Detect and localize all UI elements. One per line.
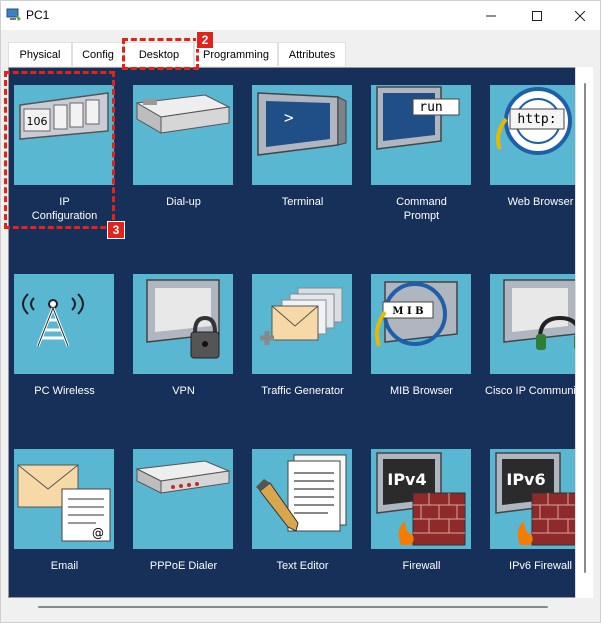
firewall-label: Firewall: [402, 560, 441, 572]
text-editor-icon: [256, 454, 347, 532]
horizontal-scroll-thumb[interactable]: [38, 606, 548, 608]
ipv6-firewall-tile[interactable]: IPv6: [490, 449, 587, 549]
pc-wireless-tile[interactable]: [14, 274, 114, 374]
tab-bar: Physical Config Desktop Programming Attr…: [1, 30, 600, 68]
command-prompt-icon: run: [376, 86, 460, 150]
pppoe-dialer-tile[interactable]: [133, 449, 233, 549]
svg-text:>: >: [284, 108, 294, 127]
traffic-generator-icon: [260, 287, 343, 345]
wireless-tower-icon: [22, 293, 84, 347]
dial-up-label: Dial-up: [166, 196, 201, 208]
callout-badge-2: 2: [196, 31, 214, 49]
email-icon: @: [17, 464, 111, 542]
traffic-generator-label: Traffic Generator: [261, 385, 344, 397]
modem-icon: [135, 94, 231, 134]
callout-desktop-tab-box: [122, 38, 199, 70]
ipv6-firewall-icon: IPv6: [495, 452, 585, 546]
traffic-generator-tile[interactable]: [252, 274, 352, 374]
mib-browser-icon: M I B: [375, 281, 458, 347]
web-browser-label: Web Browser: [507, 196, 574, 208]
command-prompt-tile[interactable]: run: [371, 85, 471, 185]
svg-text:http:: http:: [517, 112, 556, 127]
web-browser-icon: http:: [496, 87, 572, 155]
maximize-button[interactable]: [514, 1, 560, 30]
close-button[interactable]: [557, 1, 600, 30]
terminal-icon: >: [257, 92, 347, 156]
ip-communicator-icon: [503, 279, 584, 350]
tab-physical[interactable]: Physical: [8, 42, 72, 66]
callout-ip-configuration-box: [4, 71, 115, 229]
vertical-scroll-thumb[interactable]: [584, 83, 586, 573]
terminal-label: Terminal: [281, 196, 324, 208]
svg-text:run: run: [419, 100, 442, 115]
vpn-tile[interactable]: [133, 274, 233, 374]
title-bar: PC1: [1, 1, 600, 30]
firewall-tile[interactable]: IPv4: [371, 449, 471, 549]
tab-attributes[interactable]: Attributes: [278, 42, 346, 66]
ipv6-firewall-label: IPv6 Firewall: [509, 560, 572, 572]
command-prompt-label: Command Prompt: [396, 196, 447, 222]
mib-browser-tile[interactable]: M I B: [371, 274, 471, 374]
horizontal-scrollbar[interactable]: [8, 598, 588, 616]
vertical-scrollbar[interactable]: [575, 67, 593, 598]
email-label: Email: [50, 560, 79, 572]
firewall-icon: IPv4: [376, 452, 466, 546]
pc-app-icon: [6, 7, 22, 23]
vpn-label: VPN: [172, 385, 195, 397]
pppoe-dialer-icon: [135, 460, 231, 494]
cisco-ip-communicator-tile[interactable]: [490, 274, 587, 374]
cisco-ip-communicator-label: Cisco IP Communicator: [485, 385, 587, 397]
dial-up-tile[interactable]: [133, 85, 233, 185]
email-tile[interactable]: @: [14, 449, 114, 549]
text-editor-label: Text Editor: [276, 560, 329, 572]
vpn-lock-icon: [146, 279, 220, 359]
window-title: PC1: [26, 8, 50, 22]
pc-wireless-label: PC Wireless: [34, 385, 95, 397]
terminal-tile[interactable]: >: [252, 85, 352, 185]
svg-text:IPv6: IPv6: [506, 470, 545, 489]
callout-badge-3: 3: [107, 221, 125, 239]
tab-config[interactable]: Config: [72, 42, 124, 66]
web-browser-tile[interactable]: http:: [490, 85, 587, 185]
svg-text:IPv4: IPv4: [387, 470, 426, 489]
minimize-button[interactable]: [468, 1, 514, 30]
mib-browser-label: MIB Browser: [390, 385, 453, 397]
svg-text:M I B: M I B: [392, 306, 423, 317]
text-editor-tile[interactable]: [252, 449, 352, 549]
pc1-window: PC1 Physical Config Desktop Programming …: [0, 0, 601, 623]
svg-text:@: @: [92, 526, 104, 540]
pppoe-dialer-label: PPPoE Dialer: [149, 560, 218, 572]
